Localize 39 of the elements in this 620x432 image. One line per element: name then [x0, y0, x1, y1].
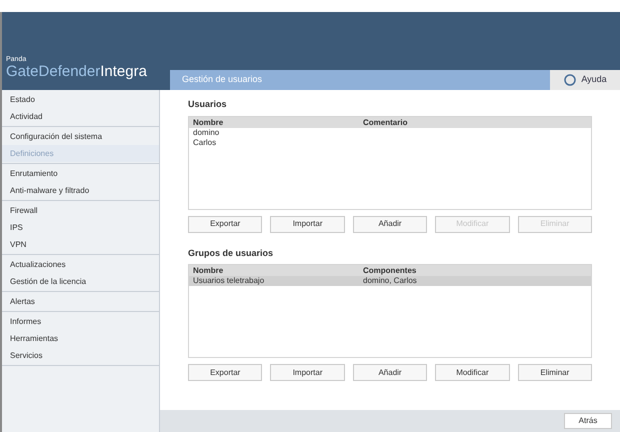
table-cell-text: domino: [193, 128, 220, 138]
action-button[interactable]: Modificar: [435, 364, 510, 381]
back-button[interactable]: Atrás: [564, 413, 612, 429]
section-title: Grupos de usuarios: [188, 246, 274, 260]
table-row[interactable]: domino: [189, 128, 591, 138]
action-button[interactable]: Importar: [270, 364, 345, 381]
sidebar-item[interactable]: Herramientas: [2, 330, 159, 347]
sidebar-item[interactable]: Gestión de la licencia: [2, 273, 159, 290]
sidebar-item[interactable]: Estado: [2, 91, 159, 108]
sidebar-item[interactable]: Servicios: [2, 347, 159, 364]
help-icon: [563, 74, 578, 86]
table-cell-text: Carlos: [193, 138, 218, 148]
sidebar-item[interactable]: Alertas: [2, 293, 159, 310]
sidebar-item[interactable]: Actualizaciones: [2, 256, 159, 273]
action-button[interactable]: Exportar: [188, 216, 262, 232]
sidebar-item[interactable]: Firewall: [2, 202, 159, 219]
sidebar-item[interactable]: Actividad: [2, 108, 159, 125]
table-row[interactable]: Usuarios teletrabajo domino, Carlos: [189, 276, 591, 286]
column-header[interactable]: Comentario: [359, 116, 591, 128]
column-header[interactable]: Componentes: [359, 265, 591, 276]
page-title-bar: Gestión de usuarios: [170, 70, 550, 90]
sidebar-item[interactable]: VPN: [2, 236, 159, 253]
help-button[interactable]: Ayuda: [550, 70, 620, 90]
action-button[interactable]: Eliminar: [518, 364, 592, 381]
column-header[interactable]: Nombre: [189, 116, 359, 128]
section-title: Usuarios: [188, 98, 228, 111]
column-header[interactable]: Nombre: [189, 265, 359, 276]
sidebar-item[interactable]: Configuración del sistema: [2, 128, 159, 145]
action-button[interactable]: Exportar: [188, 364, 262, 381]
table-cell-text: domino, Carlos: [363, 276, 418, 286]
sidebar-item[interactable]: Enrutamiento: [2, 165, 159, 182]
action-button[interactable]: Importar: [270, 216, 345, 232]
sidebar-item[interactable]: Informes: [2, 313, 159, 330]
product-logo: GateDefenderIntegra: [6, 63, 148, 82]
table-cell-text: Usuarios teletrabajo: [193, 276, 266, 286]
sidebar-item[interactable]: IPS: [2, 219, 159, 236]
action-button[interactable]: Añadir: [352, 216, 428, 232]
action-button[interactable]: Añadir: [352, 364, 428, 381]
sidebar-item[interactable]: Anti-malware y filtrado: [2, 182, 159, 199]
